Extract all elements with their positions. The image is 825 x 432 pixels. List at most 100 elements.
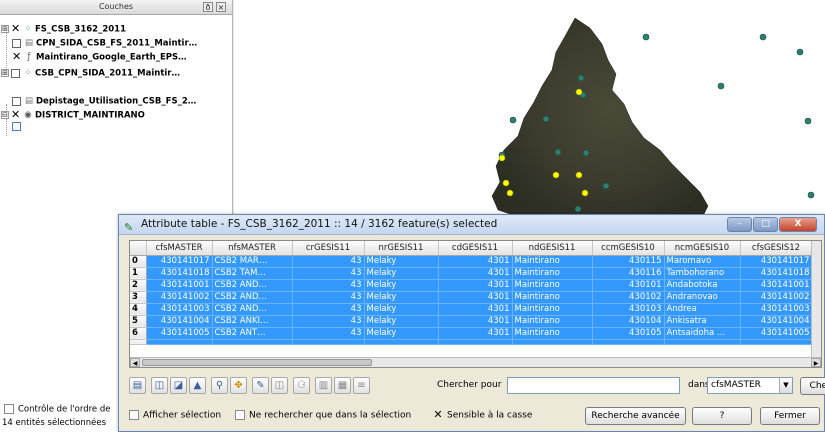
table-cell[interactable]: 430115 <box>592 255 665 268</box>
search-input[interactable] <box>507 377 680 394</box>
edit-icon[interactable]: ✎ <box>252 377 269 394</box>
table-cell[interactable]: 430141004 <box>146 315 213 328</box>
layer-item-csb-cpn[interactable]: ⊞ ⁘ CSB_CPN_SIDA_2011_Maintir… <box>1 67 180 79</box>
window-title-bar[interactable]: ✎ Attribute table - FS_CSB_3162_2011 :: … <box>119 215 824 235</box>
feature-point[interactable] <box>574 205 582 213</box>
feature-point[interactable] <box>759 33 767 41</box>
select-all-icon[interactable]: ▤ <box>129 377 146 394</box>
table-cell[interactable]: 430141005 <box>146 327 213 340</box>
table-cell[interactable]: Andranovao <box>664 291 741 304</box>
table-cell[interactable]: Melaky <box>364 255 439 268</box>
table-cell[interactable]: 4301 <box>438 327 513 340</box>
table-cell[interactable] <box>438 339 513 345</box>
search-in-selection-checkbox[interactable] <box>235 410 245 420</box>
selected-feature-point[interactable] <box>506 189 514 197</box>
selected-feature-point[interactable] <box>575 171 583 179</box>
table-cell[interactable]: 430141003 <box>740 303 813 316</box>
column-header[interactable]: ndGESIS11 <box>512 241 593 256</box>
table-cell[interactable]: Maintirano <box>512 303 593 316</box>
case-sensitive-checkbox[interactable]: ✕ <box>433 409 443 420</box>
column-header[interactable]: ncmGESIS10 <box>664 241 741 256</box>
table-cell[interactable]: CSB2 AND… <box>212 303 293 316</box>
table-cell[interactable]: 4301 <box>438 279 513 292</box>
advanced-search-button[interactable]: Recherche avancée <box>585 407 686 425</box>
layer-visibility-checkbox[interactable]: ✕ <box>11 23 20 34</box>
row-header[interactable]: 6 <box>130 327 147 340</box>
table-cell[interactable]: Maintirano <box>512 291 593 304</box>
minimize-button[interactable]: – <box>727 217 752 232</box>
save-icon[interactable]: ◫ <box>271 377 288 394</box>
scroll-left-icon[interactable]: ◀ <box>130 358 140 367</box>
close-window-button[interactable]: X <box>779 217 817 232</box>
layer-item-depistage[interactable]: ▤ Depistage_Utilisation_CSB_FS_2… <box>12 95 196 107</box>
selected-feature-point[interactable] <box>552 171 560 179</box>
table-cell[interactable]: Melaky <box>364 327 439 340</box>
search-field-select[interactable]: cfsMASTER ▼ <box>707 377 793 394</box>
feature-point[interactable] <box>602 182 610 190</box>
table-cell[interactable]: 4301 <box>438 255 513 268</box>
table-cell[interactable]: Andrea <box>664 303 741 316</box>
table-cell[interactable] <box>212 339 293 345</box>
table-body[interactable]: 0 430141017 CSB2 MAR… 43 Melaky 4301 Maintiran… <box>130 255 818 345</box>
row-header[interactable]: 5 <box>130 315 147 328</box>
table-row[interactable] <box>130 339 818 345</box>
table-cell[interactable] <box>512 339 593 345</box>
table-cell[interactable]: 430102 <box>592 291 665 304</box>
table-cell[interactable]: Tambohorano <box>664 267 741 280</box>
table-cell[interactable]: 4301 <box>438 267 513 280</box>
table-cell[interactable]: Andabotoka <box>664 279 741 292</box>
table-cell[interactable]: Maintirano <box>512 327 593 340</box>
invert-selection-icon[interactable]: ◫ <box>151 377 168 394</box>
table-cell[interactable] <box>364 339 439 345</box>
column-header[interactable]: ccmGESIS10 <box>592 241 665 256</box>
table-cell[interactable]: 430141017 <box>740 255 813 268</box>
search-button[interactable]: Chercher <box>800 377 825 395</box>
close-button[interactable]: Fermer <box>760 407 820 425</box>
layer-visibility-checkbox[interactable]: ✕ <box>11 109 20 120</box>
zoom-to-selection-icon[interactable]: ⚲ <box>211 377 228 394</box>
table-cell[interactable]: CSB2 ANKI… <box>212 315 293 328</box>
feature-point[interactable] <box>577 74 585 82</box>
table-row[interactable]: 6 430141005 CSB2 ANT… 43 Melaky 4301 Maintiran… <box>130 327 818 340</box>
feature-point[interactable] <box>509 116 517 124</box>
table-row[interactable]: 3 430141002 CSB2 AND… 43 Melaky 4301 Maintiran… <box>130 291 818 304</box>
table-cell[interactable]: Melaky <box>364 315 439 328</box>
close-panel-button[interactable]: × <box>216 2 226 12</box>
attribute-table[interactable]: cfsMASTER nfsMASTER crGESIS11 nrGESIS11 cdGE… <box>130 241 818 345</box>
table-cell[interactable]: 43 <box>292 315 365 328</box>
table-cell[interactable]: 43 <box>292 267 365 280</box>
feature-point[interactable] <box>796 48 804 56</box>
table-cell[interactable]: Antsaidoha … <box>664 327 741 340</box>
selected-feature-point[interactable] <box>498 154 506 162</box>
table-cell[interactable]: 430141005 <box>740 327 813 340</box>
column-header[interactable]: nrGESIS11 <box>364 241 439 256</box>
table-cell[interactable]: Melaky <box>364 267 439 280</box>
open-form-icon[interactable]: ≡ <box>353 377 370 394</box>
remove-selection-icon[interactable]: ◪ <box>170 377 187 394</box>
order-control-checkbox[interactable] <box>4 404 14 414</box>
move-selection-top-icon[interactable]: ▲ <box>189 377 206 394</box>
table-cell[interactable]: Melaky <box>364 279 439 292</box>
collapse-icon[interactable]: ⊟ <box>1 111 9 119</box>
feature-point[interactable] <box>642 33 650 41</box>
feature-point[interactable] <box>542 115 550 123</box>
table-cell[interactable]: Ankisatra <box>664 315 741 328</box>
table-cell[interactable]: Melaky <box>364 303 439 316</box>
table-cell[interactable]: 430141001 <box>740 279 813 292</box>
delete-icon[interactable]: ⚆ <box>293 377 310 394</box>
table-cell[interactable]: CSB2 ANT… <box>212 327 293 340</box>
table-cell[interactable]: CSB2 MAR… <box>212 255 293 268</box>
row-header[interactable]: 3 <box>130 291 147 304</box>
table-cell[interactable]: 430104 <box>592 315 665 328</box>
table-cell[interactable] <box>146 339 213 345</box>
feature-point[interactable] <box>804 117 812 125</box>
table-cell[interactable] <box>664 339 741 345</box>
table-cell[interactable]: 430105 <box>592 327 665 340</box>
table-cell[interactable]: 43 <box>292 303 365 316</box>
table-cell[interactable]: 4301 <box>438 315 513 328</box>
layer-visibility-checkbox[interactable] <box>12 38 21 48</box>
table-row[interactable]: 1 430141018 CSB2 TAM… 43 Melaky 4301 Maintiran… <box>130 267 818 280</box>
table-cell[interactable] <box>592 339 665 345</box>
table-row[interactable]: 0 430141017 CSB2 MAR… 43 Melaky 4301 Maintiran… <box>130 255 818 268</box>
table-cell[interactable]: 430141018 <box>740 267 813 280</box>
